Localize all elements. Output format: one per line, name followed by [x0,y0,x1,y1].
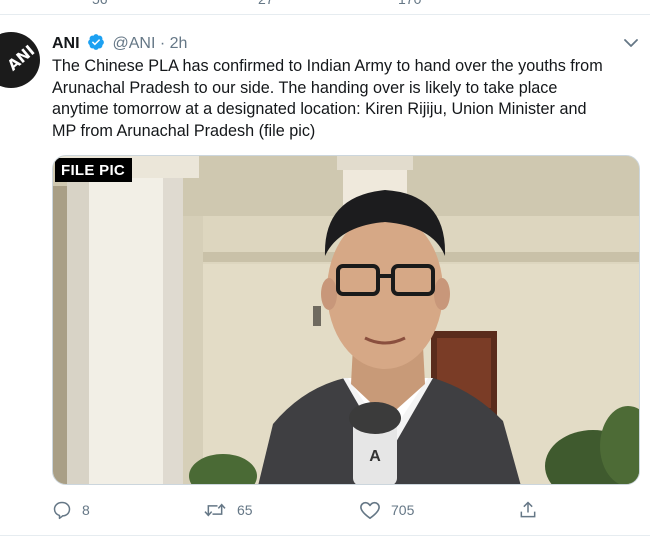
tweet-text-line: anytime tomorrow at a designated locatio… [52,100,587,118]
photo-illustration [53,156,639,484]
reply-button[interactable]: 8 [52,497,90,523]
tweet-divider [0,14,650,15]
previous-retweet-count: 27 [258,0,274,7]
share-icon [520,501,536,518]
verified-badge-icon [87,33,105,58]
author-handle[interactable]: @ANI [112,35,155,52]
like-button[interactable]: 705 [359,497,414,523]
like-count: 705 [391,502,415,518]
tweet-text-line: The Chinese PLA has confirmed to Indian … [52,57,603,75]
tweet-text-line: MP from Arunachal Pradesh (file pic) [52,121,316,140]
tweet-text: The Chinese PLA has confirmed to Indian … [52,56,642,142]
chevron-down-icon[interactable] [622,36,640,50]
microphone-label: A [369,448,381,465]
tweet-media-photo[interactable]: FILE PIC A [52,155,640,485]
previous-like-count: 170 [398,0,421,7]
reply-icon [53,501,71,520]
tweet-bottom-divider [0,535,650,536]
like-icon [360,501,380,519]
file-pic-label: FILE PIC [55,158,133,182]
previous-tweet-actions: 56 27 170 [0,0,650,10]
retweet-icon [204,503,226,517]
tweet-header: ANI @ANI · 2h [52,33,187,55]
avatar[interactable]: ANI [0,32,40,88]
tweet-actions: 8 65 705 [52,497,642,523]
retweet-count: 65 [237,502,253,518]
author-name[interactable]: ANI [52,35,80,52]
tweet-timestamp[interactable]: 2h [170,35,188,52]
reply-count: 8 [82,502,90,518]
tweet-text-line: Arunachal Pradesh to our side. The handi… [52,78,558,97]
retweet-button[interactable]: 65 [203,497,253,523]
previous-reply-count: 56 [92,0,108,7]
share-button[interactable] [518,497,548,523]
separator-dot: · [159,35,166,52]
